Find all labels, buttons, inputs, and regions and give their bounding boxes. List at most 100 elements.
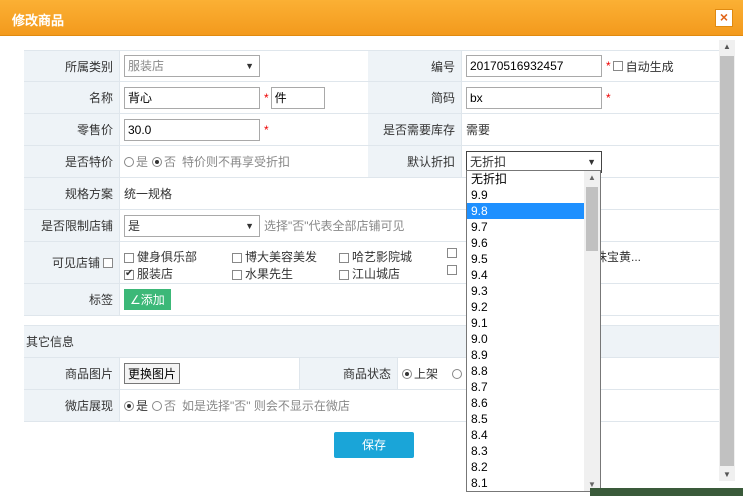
scrollbar-thumb[interactable]: [586, 187, 598, 251]
discount-option[interactable]: 9.9: [467, 187, 600, 203]
discount-option[interactable]: 9.1: [467, 315, 600, 331]
visible-stores-list: 健身俱乐部 博大美容美发 哈艺影院城 服装店 水果先生 江山城店 珠宝黄...: [120, 242, 719, 283]
discount-option[interactable]: 9.7: [467, 219, 600, 235]
status-on-radio[interactable]: [402, 368, 412, 379]
save-button[interactable]: 保存: [334, 432, 414, 458]
discount-option[interactable]: 9.4: [467, 267, 600, 283]
discount-dropdown-list[interactable]: 无折扣 9.9 9.8 9.7 9.6 9.5 9.4 9.3 9.2 9.1 9.0 8.9 8.8 8…: [466, 170, 601, 492]
code-input[interactable]: 20170516932457: [466, 55, 602, 77]
image-cell: 更换图片: [120, 358, 300, 389]
limit-store-select[interactable]: 是 ▼: [124, 214, 260, 237]
form-row-visible-stores: 可见店铺 健身俱乐部 博大美容美发 哈艺影院城 服装店 水果先生 江山城店 珠宝…: [24, 242, 719, 284]
discount-option[interactable]: 9.3: [467, 283, 600, 299]
store-option[interactable]: 博大美容美发: [232, 248, 317, 265]
limit-store-value: 是: [128, 218, 141, 233]
store-option[interactable]: 水果先生: [232, 265, 293, 282]
discount-option[interactable]: 8.4: [467, 427, 600, 443]
store-option[interactable]: 哈艺影院城: [339, 248, 412, 265]
status-off-radio[interactable]: [452, 368, 463, 379]
limit-store-hint: 选择"否"代表全部店铺可见: [264, 219, 405, 233]
chevron-down-icon: ▼: [245, 61, 254, 71]
form-row-price: 零售价 30.0 * 是否需要库存 需要: [24, 114, 719, 146]
scroll-down-icon[interactable]: ▼: [723, 470, 731, 479]
need-stock-value: 需要: [466, 123, 491, 137]
category-select[interactable]: 服装店 ▼: [124, 55, 260, 77]
retail-price-label: 零售价: [24, 114, 120, 145]
required-mark: *: [264, 122, 269, 137]
store-option-label: 服装店: [137, 267, 174, 281]
short-code-label: 简码: [368, 82, 462, 113]
special-no-radio[interactable]: [152, 156, 163, 167]
auto-generate-checkbox[interactable]: [612, 61, 623, 71]
scrollbar-thumb[interactable]: [720, 56, 734, 466]
store-option[interactable]: 健身俱乐部: [124, 248, 197, 265]
discount-option[interactable]: 8.1: [467, 475, 600, 491]
discount-option[interactable]: 8.5: [467, 411, 600, 427]
discount-option[interactable]: 9.0: [467, 331, 600, 347]
name-cell: 背心 * 件: [120, 82, 368, 113]
form-row-limit-store: 是否限制店铺 是 ▼ 选择"否"代表全部店铺可见: [24, 210, 719, 242]
category-select-value: 服装店: [128, 59, 165, 73]
form-panel: 所属类别 服装店 ▼ 编号 20170516932457 * 自动生成 名称 背…: [24, 50, 719, 458]
visible-stores-label: 可见店铺: [51, 256, 100, 270]
form-row-image: 商品图片 更换图片 商品状态 上架: [24, 358, 719, 390]
special-yes-radio[interactable]: [124, 156, 134, 167]
tags-cell: ∠添加: [120, 284, 719, 315]
required-mark: *: [606, 59, 611, 73]
discount-option[interactable]: 8.2: [467, 459, 600, 475]
discount-option[interactable]: 8.9: [467, 347, 600, 363]
scroll-up-icon[interactable]: ▲: [723, 42, 731, 51]
select-all-stores-checkbox[interactable]: [103, 257, 113, 268]
micro-no-label: 否: [164, 399, 177, 413]
limit-store-label: 是否限制店铺: [24, 210, 120, 241]
discount-option[interactable]: 8.8: [467, 363, 600, 379]
micro-no-radio[interactable]: [152, 400, 163, 411]
discount-option[interactable]: 9.8: [467, 203, 600, 219]
retail-price-cell: 30.0 *: [120, 114, 368, 145]
close-icon[interactable]: ×: [715, 9, 733, 27]
dialog-title: 修改商品: [12, 13, 65, 28]
scroll-up-icon[interactable]: ▲: [588, 173, 596, 182]
default-discount-label: 默认折扣: [368, 146, 462, 177]
status-on-label: 上架: [414, 367, 439, 381]
dialog-title-bar: 修改商品 ×: [0, 0, 743, 36]
status-label: 商品状态: [300, 358, 398, 389]
code-label: 编号: [368, 51, 462, 81]
image-label: 商品图片: [24, 358, 120, 389]
store-option-truncated[interactable]: 珠宝黄...: [595, 248, 641, 265]
add-tag-button[interactable]: ∠添加: [124, 289, 171, 310]
visible-stores-label-cell: 可见店铺: [24, 242, 120, 283]
store-option[interactable]: 服装店: [124, 265, 173, 282]
change-image-button[interactable]: 更换图片: [124, 363, 181, 384]
other-info-header: 其它信息: [24, 325, 719, 358]
store-option[interactable]: 江山城店: [339, 265, 400, 282]
store-option-label: 哈艺影院城: [352, 250, 413, 264]
discount-option[interactable]: 9.2: [467, 299, 600, 315]
form-row-micro-store: 微店展现 是 否 如是选择"否" 则会不显示在微店: [24, 390, 719, 422]
retail-price-input[interactable]: 30.0: [124, 118, 260, 141]
auto-generate-label: 自动生成: [625, 59, 674, 74]
discount-option[interactable]: 9.6: [467, 235, 600, 251]
spec-plan-value: 统一规格: [124, 187, 173, 201]
discount-option[interactable]: 8.7: [467, 379, 600, 395]
discount-option[interactable]: 8.3: [467, 443, 600, 459]
dropdown-scrollbar[interactable]: ▲ ▼: [584, 171, 600, 491]
form-row-special: 是否特价 是 否 特价则不再享受折扣 默认折扣 无折扣 ▼: [24, 146, 719, 178]
background-strip: [590, 488, 743, 496]
micro-store-cell: 是 否 如是选择"否" 则会不显示在微店: [120, 390, 719, 421]
discount-option[interactable]: 8.6: [467, 395, 600, 411]
unit-input[interactable]: 件: [270, 86, 325, 109]
default-discount-value: 无折扣: [470, 154, 507, 169]
store-option-label: 江山城店: [352, 267, 401, 281]
micro-yes-radio[interactable]: [124, 400, 134, 411]
store-option-checkbox[interactable]: [447, 248, 457, 258]
chevron-down-icon: ▼: [245, 220, 254, 231]
discount-option[interactable]: 9.5: [467, 251, 600, 267]
name-input[interactable]: 背心: [124, 86, 260, 109]
store-option-checkbox[interactable]: [447, 265, 457, 275]
tags-label: 标签: [24, 284, 120, 315]
short-code-cell: bx *: [462, 82, 719, 113]
discount-option[interactable]: 无折扣: [467, 171, 600, 187]
short-code-input[interactable]: bx: [466, 86, 602, 109]
page-scrollbar[interactable]: ▲ ▼: [719, 40, 735, 481]
